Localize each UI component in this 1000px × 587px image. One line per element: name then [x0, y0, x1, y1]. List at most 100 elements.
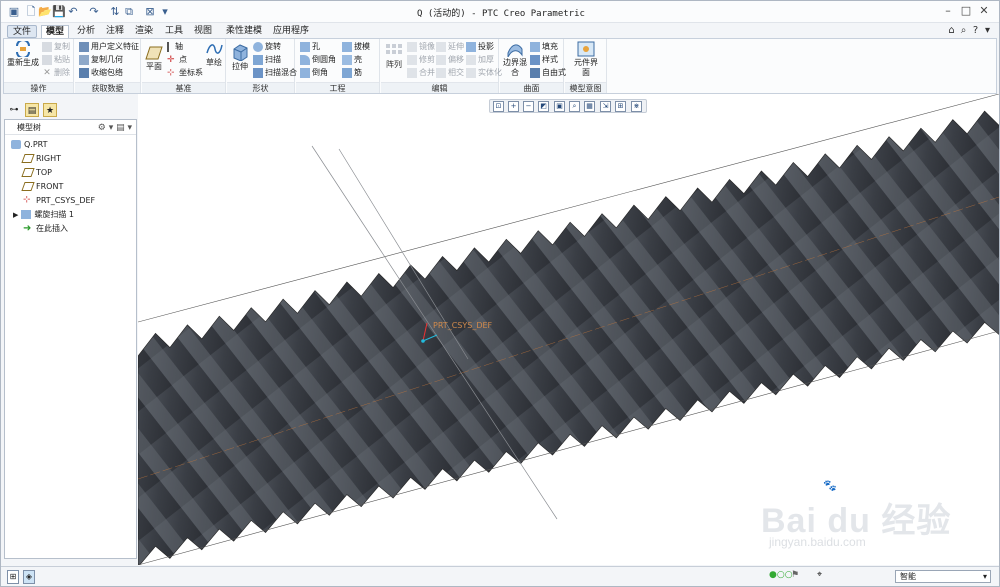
tree-item-part[interactable]: Q.PRT [11, 139, 48, 151]
group-label-model-intent[interactable]: 模型意图 [565, 82, 606, 93]
mirror-button[interactable]: 镜像 [407, 41, 435, 53]
swept-blend-icon [253, 67, 263, 78]
style-button[interactable]: 样式 [530, 54, 558, 66]
minimize-icon[interactable]: – [941, 4, 955, 18]
rib-button[interactable]: 筋 [342, 67, 362, 79]
tree-settings-icon[interactable]: ⚙ ▾ ▤ ▾ [98, 121, 132, 136]
tab-flexible-modeling[interactable]: 柔性建模 [222, 25, 266, 38]
tab-file[interactable]: 文件 [7, 25, 37, 38]
help-icon[interactable]: ? [970, 25, 981, 36]
redo-icon[interactable]: ↷ [87, 5, 101, 19]
tree-item-helical-sweep[interactable]: ▶ 螺旋扫描 1 [13, 209, 74, 221]
find-icon[interactable]: ⌖ [817, 570, 829, 584]
annotation-display-icon[interactable]: ⋇ [631, 101, 642, 112]
view-manager-icon[interactable]: ▦ [584, 101, 595, 112]
group-label-editing[interactable]: 编辑 [381, 82, 498, 93]
point-icon: ✛ [167, 54, 175, 65]
tab-render[interactable]: 渲染 [131, 25, 157, 38]
browser-toggle-icon[interactable]: ◈ [23, 570, 35, 584]
maximize-icon[interactable]: □ [959, 4, 973, 18]
datum-display-icon[interactable]: ⊞ [615, 101, 626, 112]
plane-button[interactable]: 平面 [144, 45, 164, 72]
close-window-icon[interactable]: ⊠ [143, 5, 157, 19]
dropdown-icon[interactable]: ▾ [982, 25, 993, 36]
group-label-datum[interactable]: 基准 [142, 82, 225, 93]
thicken-button[interactable]: 加厚 [466, 54, 494, 66]
navigator-toggle-icon[interactable]: ⊞ [7, 570, 19, 584]
swept-blend-button[interactable]: 扫描混合 [253, 67, 297, 79]
tree-item-front[interactable]: FRONT [21, 181, 63, 193]
folder-browser-tab-icon[interactable]: ▤ [25, 103, 39, 117]
intersect-button[interactable]: 相交 [436, 67, 464, 79]
copy-button[interactable]: 复制 [42, 41, 70, 53]
tab-model[interactable]: 模型 [41, 25, 69, 38]
expand-icon[interactable]: ▶ [13, 211, 18, 219]
hole-button[interactable]: 孔 [300, 41, 320, 53]
shell-button[interactable]: 壳 [342, 54, 362, 66]
component-interface-button[interactable]: 元件界面 [573, 41, 599, 78]
revolve-button[interactable]: 旋转 [253, 41, 281, 53]
zoom-out-icon[interactable]: − [523, 101, 534, 112]
model-tree-tab-icon[interactable]: ⊶ [7, 103, 21, 117]
group-label-surfaces[interactable]: 曲面 [500, 82, 563, 93]
zoom-in-icon[interactable]: + [508, 101, 519, 112]
group-label-operations[interactable]: 操作 [4, 82, 73, 93]
selection-filter[interactable]: 智能 [895, 570, 991, 583]
round-button[interactable]: 倒圆角 [300, 54, 336, 66]
tree-item-top[interactable]: TOP [21, 167, 52, 179]
perspective-icon[interactable]: ⇲ [600, 101, 611, 112]
sketch-button[interactable]: 草绘 [204, 41, 224, 68]
merge-button[interactable]: 合并 [407, 67, 435, 79]
chamfer-button[interactable]: 倒角 [300, 67, 328, 79]
pattern-button[interactable]: 阵列 [384, 43, 404, 70]
tree-item-right[interactable]: RIGHT [21, 153, 61, 165]
customize-toolbar-icon[interactable]: ▾ [158, 5, 172, 19]
project-button[interactable]: 投影 [466, 41, 494, 53]
new-file-icon[interactable]: 🗋 [24, 5, 38, 19]
freestyle-button[interactable]: 自由式 [530, 67, 566, 79]
regenerate-button[interactable]: 重新生成 [7, 41, 39, 68]
group-label-shapes[interactable]: 形状 [227, 82, 294, 93]
group-label-get-data[interactable]: 获取数据 [75, 82, 140, 93]
offset-button[interactable]: 偏移 [436, 54, 464, 66]
open-file-icon[interactable]: 📂 [38, 5, 52, 19]
delete-button[interactable]: ✕ 删除 [42, 67, 70, 79]
repaint-icon[interactable]: ◩ [538, 101, 549, 112]
refit-icon[interactable]: ⊡ [493, 101, 504, 112]
tree-item-csys[interactable]: ⊹ PRT_CSYS_DEF [23, 195, 95, 207]
search-icon[interactable]: ⌕ [958, 25, 969, 36]
extrude-button[interactable]: 拉伸 [229, 41, 251, 72]
trim-button[interactable]: 修剪 [407, 54, 435, 66]
paste-button[interactable]: 粘贴 [42, 54, 70, 66]
favorites-tab-icon[interactable]: ★ [43, 103, 57, 117]
undo-icon[interactable]: ↶ [66, 5, 80, 19]
csys-button[interactable]: ⊹ 坐标系 [167, 67, 203, 79]
draft-button[interactable]: 拔模 [342, 41, 370, 53]
pin-icon[interactable]: ⌂ [946, 25, 957, 36]
shrinkwrap-button[interactable]: 收缩包络 [79, 67, 123, 79]
fill-button[interactable]: 填充 [530, 41, 558, 53]
windows-icon[interactable]: ⧉ [122, 5, 136, 19]
tab-annotate[interactable]: 注释 [102, 25, 128, 38]
display-style-icon[interactable]: ▣ [554, 101, 565, 112]
tab-analysis[interactable]: 分析 [73, 25, 99, 38]
tree-item-insert-here[interactable]: ➜ 在此插入 [23, 223, 68, 235]
point-button[interactable]: ✛ 点 [167, 54, 187, 66]
saved-views-icon[interactable]: ⌕ [569, 101, 580, 112]
tab-applications[interactable]: 应用程序 [269, 25, 313, 38]
extend-button[interactable]: 延伸 [436, 41, 464, 53]
tab-tools[interactable]: 工具 [161, 25, 187, 38]
regenerate-icon[interactable]: ⇅ [108, 5, 122, 19]
sweep-button[interactable]: 扫描 [253, 54, 281, 66]
tab-view[interactable]: 视图 [190, 25, 216, 38]
boundary-blend-button[interactable]: 边界混合 [503, 41, 527, 78]
thread-body[interactable] [138, 103, 999, 565]
axis-button[interactable]: 轴 [167, 41, 183, 53]
solidify-button[interactable]: 实体化 [466, 67, 502, 79]
udf-button[interactable]: 用户定义特征 [79, 41, 139, 53]
group-label-engineering[interactable]: 工程 [296, 82, 379, 93]
graphics-window[interactable]: PRT_CSYS_DEF [138, 94, 999, 565]
save-icon[interactable]: 💾 [52, 5, 66, 19]
copy-geometry-button[interactable]: 复制几何 [79, 54, 123, 66]
close-icon[interactable]: ✕ [977, 4, 991, 18]
